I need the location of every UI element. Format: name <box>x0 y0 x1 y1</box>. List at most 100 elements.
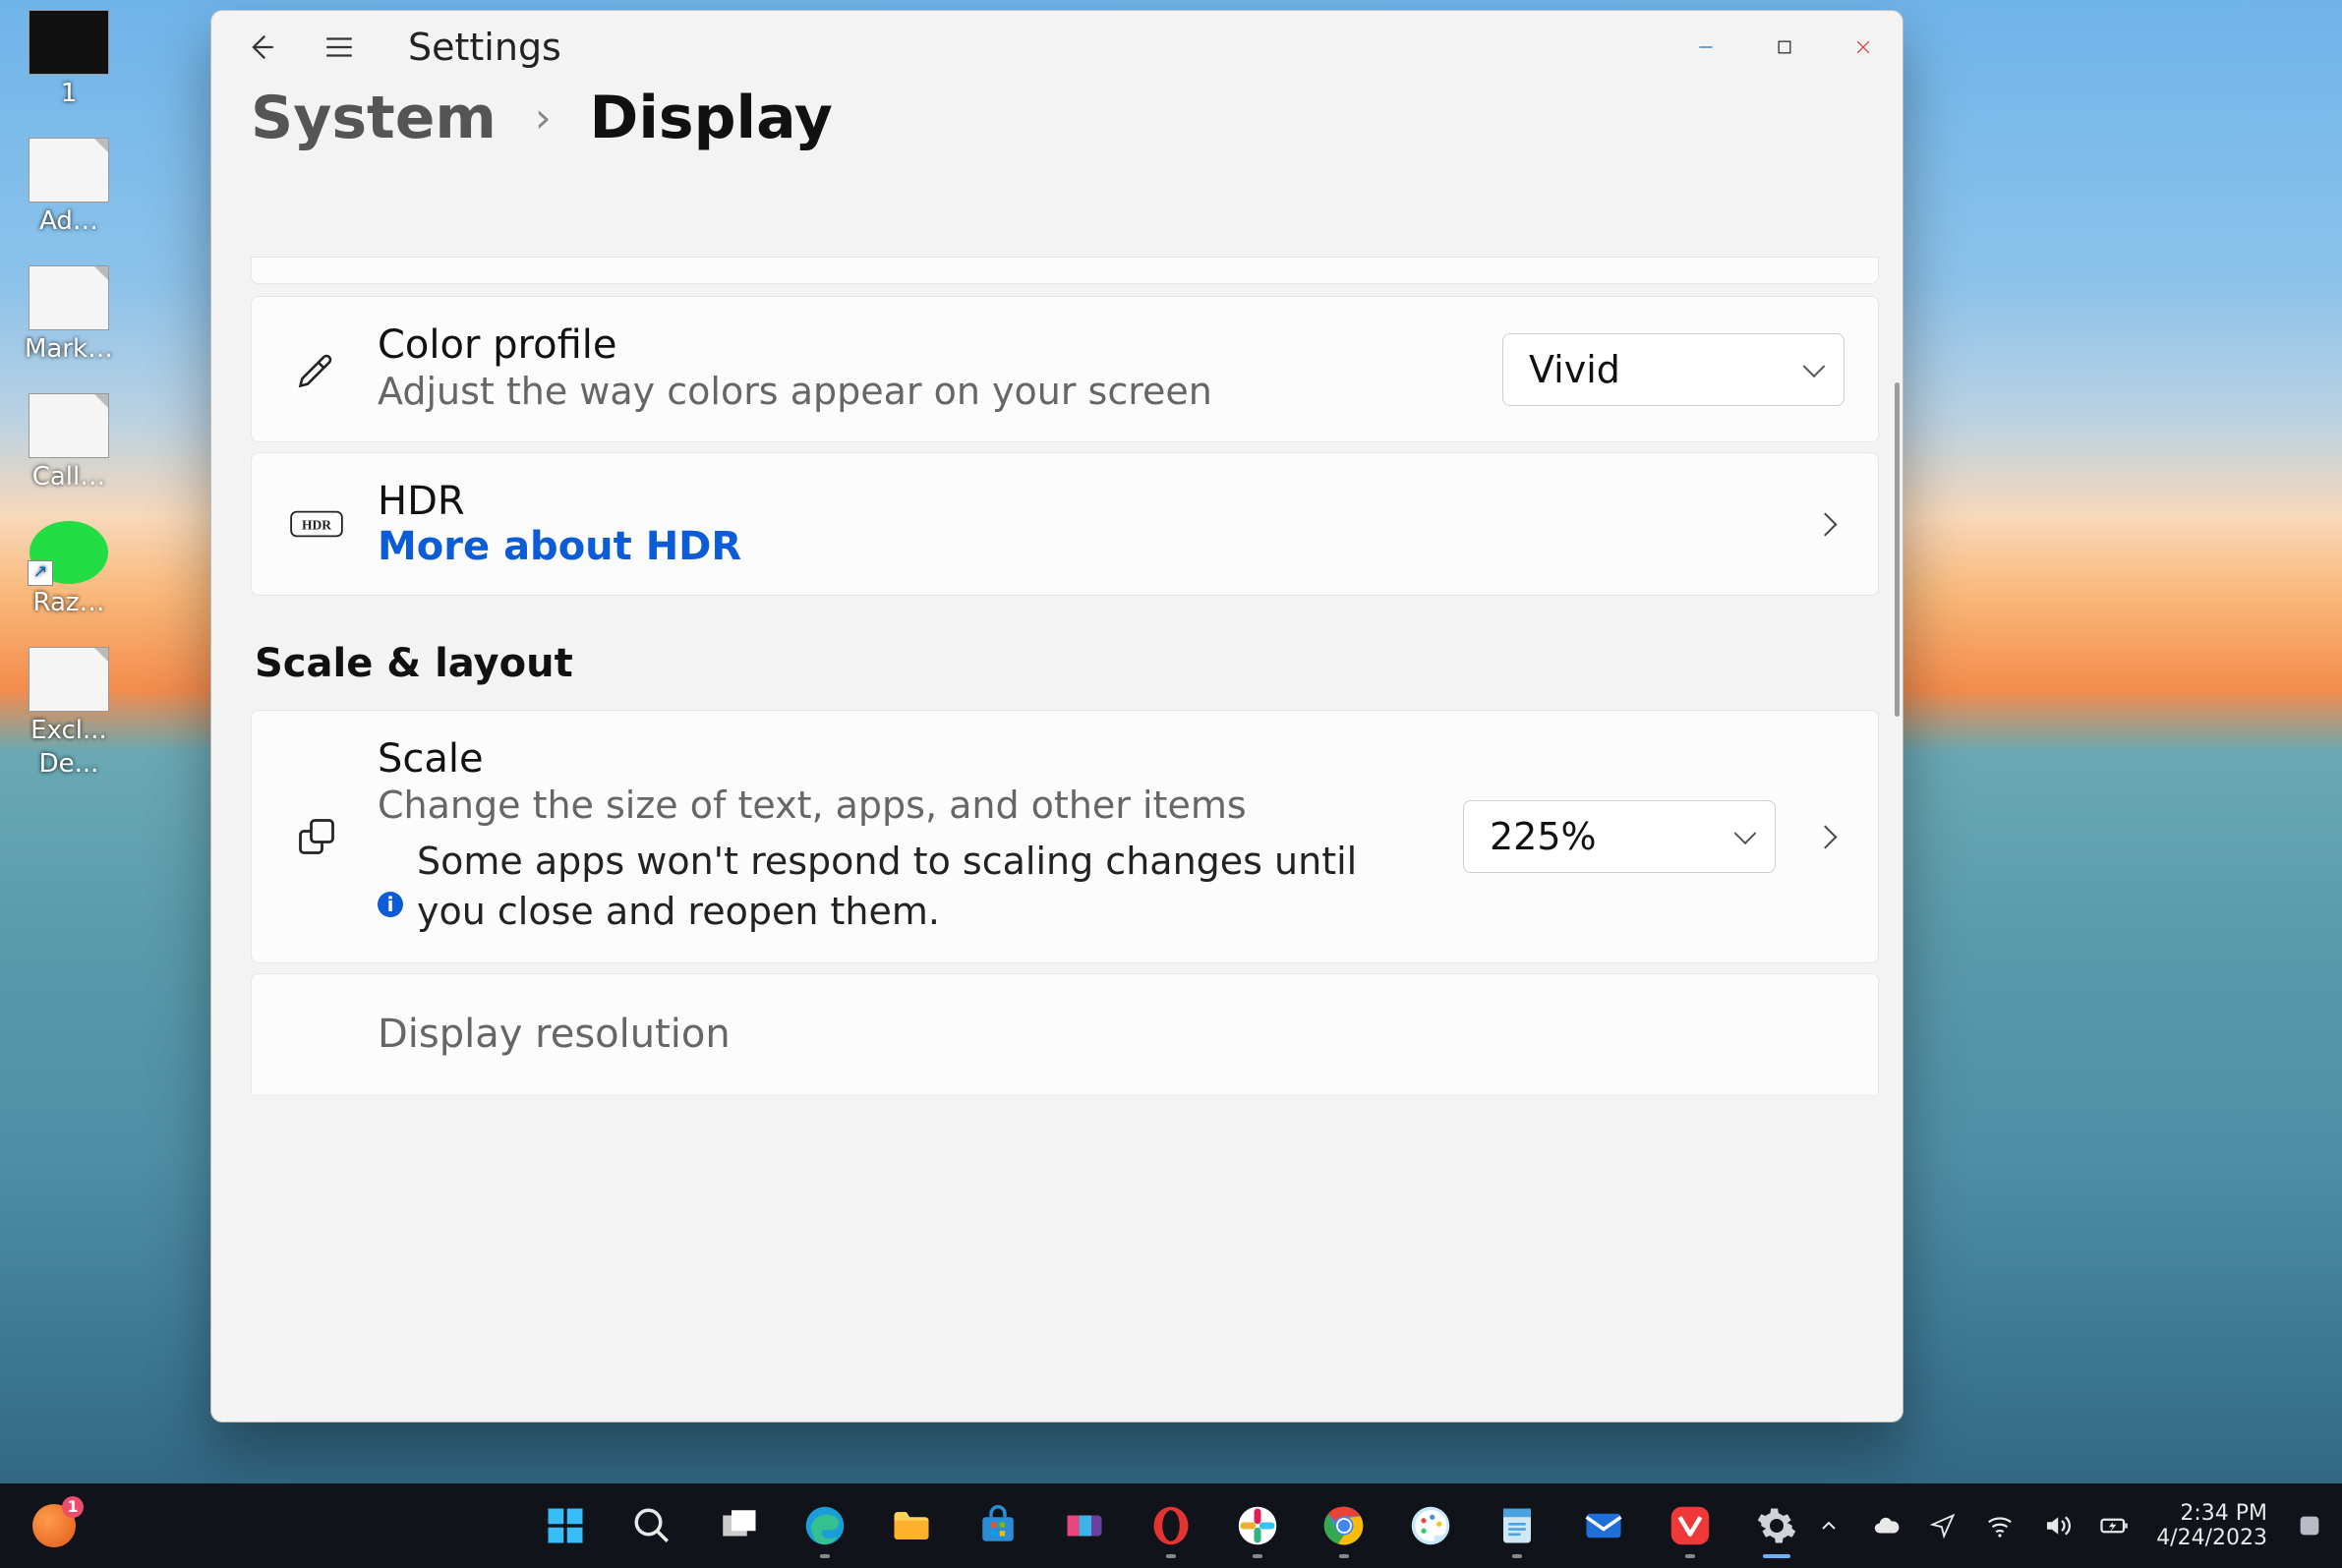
setting-card-color-profile[interactable]: Color profile Adjust the way colors appe… <box>251 296 1879 442</box>
paint-icon <box>1410 1505 1451 1546</box>
wifi-tray-icon[interactable] <box>1985 1511 2015 1540</box>
setting-title: Display resolution <box>378 1012 1844 1057</box>
minimize-button[interactable] <box>1667 18 1745 77</box>
setting-card-display-resolution[interactable]: Display resolution <box>251 973 1879 1094</box>
taskbar-center <box>529 1489 1813 1562</box>
taskbar[interactable]: 2:34 PM 4/24/2023 <box>0 1483 2342 1568</box>
breadcrumb: System › Display <box>211 84 1903 170</box>
taskbar-app-mail[interactable] <box>1567 1489 1640 1562</box>
document-icon <box>29 393 109 458</box>
nav-menu-button[interactable] <box>310 18 369 77</box>
document-icon <box>29 138 109 203</box>
slack-icon <box>1237 1505 1278 1546</box>
desktop-icon[interactable]: Mark… <box>10 265 128 364</box>
setting-card-scale[interactable]: Scale Change the size of text, apps, and… <box>251 710 1879 963</box>
notepad-icon <box>1496 1505 1538 1546</box>
icon-label: Call… <box>10 462 128 492</box>
breadcrumb-separator-icon: › <box>535 93 552 142</box>
maximize-icon <box>1775 37 1794 57</box>
scale-select[interactable]: 225% <box>1463 800 1776 873</box>
setting-subtitle: Adjust the way colors appear on your scr… <box>378 368 1473 416</box>
cloud-icon <box>1871 1511 1901 1540</box>
taskbar-app-store[interactable] <box>962 1489 1034 1562</box>
window-controls <box>1667 18 1903 77</box>
setting-card-partial[interactable] <box>251 257 1879 284</box>
taskbar-app-settings[interactable] <box>1740 1489 1813 1562</box>
close-button[interactable] <box>1824 18 1903 77</box>
window-title: Settings <box>408 26 561 69</box>
icon-label: Ad… <box>10 206 128 236</box>
speaker-icon <box>2042 1511 2072 1540</box>
store-icon <box>977 1505 1019 1546</box>
tray-extra-icon[interactable] <box>2295 1511 2324 1540</box>
search-button[interactable] <box>615 1489 688 1562</box>
task-view-button[interactable] <box>702 1489 775 1562</box>
section-header-scale-layout: Scale & layout <box>255 641 1879 686</box>
icon-label: De... <box>10 749 128 779</box>
weather-widget-icon <box>32 1504 76 1547</box>
select-value: 225% <box>1490 815 1597 858</box>
svg-text:HDR: HDR <box>302 518 331 533</box>
location-tray-icon[interactable] <box>1928 1511 1958 1540</box>
settings-content[interactable]: Color profile Adjust the way colors appe… <box>251 257 1879 1422</box>
location-icon <box>1929 1512 1957 1539</box>
taskbar-app-opera[interactable] <box>1135 1489 1207 1562</box>
taskbar-app-slack[interactable] <box>1221 1489 1294 1562</box>
color-profile-select[interactable]: Vivid <box>1502 333 1844 406</box>
folder-icon <box>891 1505 932 1546</box>
desktop-icon[interactable]: 1 <box>10 10 128 108</box>
tray-overflow-button[interactable] <box>1814 1511 1844 1540</box>
taskbar-app-vivaldi[interactable] <box>1654 1489 1727 1562</box>
volume-tray-icon[interactable] <box>2042 1511 2072 1540</box>
hdr-more-link[interactable]: More about HDR <box>378 524 1776 569</box>
widgets-button[interactable] <box>18 1489 90 1562</box>
wifi-icon <box>1985 1511 2015 1540</box>
desktop-icon[interactable]: Call… <box>10 393 128 492</box>
eyedropper-icon <box>285 348 348 391</box>
thumbnail-icon <box>29 10 109 75</box>
breadcrumb-root[interactable]: System <box>251 84 497 152</box>
taskbar-app-explorer[interactable] <box>875 1489 948 1562</box>
close-icon <box>1853 37 1873 57</box>
gear-icon <box>1756 1505 1797 1546</box>
icon-label: Raz… <box>10 588 128 617</box>
chevron-right-icon <box>1805 504 1844 544</box>
hdr-icon: HDR <box>285 509 348 539</box>
taskbar-clock[interactable]: 2:34 PM 4/24/2023 <box>2156 1501 2267 1551</box>
taskbar-app-chrome[interactable] <box>1308 1489 1380 1562</box>
maximize-button[interactable] <box>1745 18 1824 77</box>
task-view-icon <box>718 1505 759 1546</box>
windows-logo-icon <box>545 1505 586 1546</box>
chevron-up-icon <box>1817 1514 1841 1538</box>
chevron-right-icon[interactable] <box>1805 817 1844 856</box>
onedrive-tray-icon[interactable] <box>1871 1511 1901 1540</box>
taskbar-app-clipchamp[interactable] <box>1048 1489 1121 1562</box>
battery-icon <box>2099 1511 2129 1540</box>
setting-info-note: Some apps won't respond to scaling chang… <box>378 837 1434 938</box>
title-bar[interactable]: Settings <box>211 11 1903 84</box>
setting-card-hdr[interactable]: HDR HDR More about HDR <box>251 452 1879 596</box>
taskbar-app-edge[interactable] <box>789 1489 861 1562</box>
desktop-icon[interactable]: De... <box>10 749 128 779</box>
scale-icon <box>285 815 348 858</box>
desktop-icon[interactable]: Excl... <box>10 647 128 745</box>
battery-tray-icon[interactable] <box>2099 1511 2129 1540</box>
desktop-icons: 1 Ad… Mark… Call… ↗ Raz… Excl... De... <box>10 10 147 779</box>
scrollbar-thumb[interactable] <box>1895 382 1900 717</box>
icon-label: Mark… <box>10 334 128 364</box>
system-tray: 2:34 PM 4/24/2023 <box>1814 1501 2324 1551</box>
desktop-icon[interactable]: ↗ Raz… <box>10 521 128 617</box>
document-icon <box>29 265 109 330</box>
setting-title: HDR <box>378 479 1776 524</box>
select-value: Vivid <box>1529 348 1620 391</box>
opera-icon <box>1150 1505 1192 1546</box>
start-button[interactable] <box>529 1489 602 1562</box>
minimize-icon <box>1696 37 1716 57</box>
mail-icon <box>1583 1505 1624 1546</box>
taskbar-app-notepad[interactable] <box>1481 1489 1553 1562</box>
desktop-icon[interactable]: Ad… <box>10 138 128 236</box>
chrome-icon <box>1323 1505 1365 1546</box>
vivaldi-icon <box>1669 1505 1711 1546</box>
taskbar-app-paint[interactable] <box>1394 1489 1467 1562</box>
back-button[interactable] <box>231 18 290 77</box>
